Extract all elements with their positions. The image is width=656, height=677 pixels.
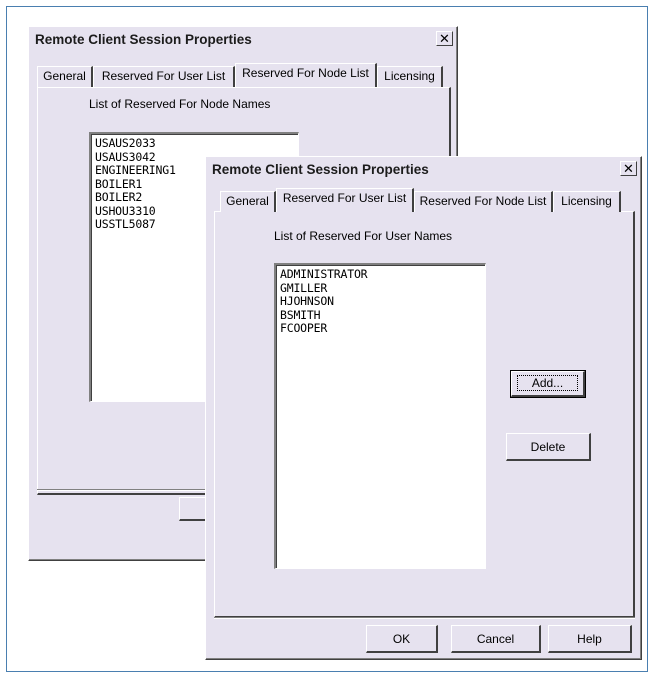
back-tab-reserved-user-list[interactable]: Reserved For User List [93, 66, 235, 87]
tab-general[interactable]: General [220, 191, 276, 212]
list-item[interactable]: HJOHNSON [280, 294, 485, 309]
help-button[interactable]: Help [548, 625, 632, 653]
back-tab-licensing[interactable]: Licensing [377, 66, 443, 87]
back-list-label: List of Reserved For Node Names [89, 97, 271, 111]
add-button[interactable]: Add... [510, 370, 586, 398]
tab-reserved-user-list[interactable]: Reserved For User List [276, 188, 414, 212]
front-properties-dialog: Remote Client Session Properties ✕ Gener… [205, 156, 642, 660]
back-tab-general[interactable]: General [37, 66, 93, 87]
user-listbox[interactable]: ADMINISTRATOR GMILLER HJOHNSON BSMITH FC… [274, 263, 486, 569]
back-close-icon[interactable]: ✕ [436, 31, 453, 46]
back-dialog-title: Remote Client Session Properties [35, 32, 252, 47]
ok-button-label: OK [392, 632, 411, 646]
front-close-icon[interactable]: ✕ [620, 161, 637, 176]
front-dialog-title: Remote Client Session Properties [212, 162, 429, 177]
list-item[interactable]: ADMINISTRATOR [280, 267, 485, 282]
user-list: ADMINISTRATOR GMILLER HJOHNSON BSMITH FC… [276, 265, 485, 336]
user-list-label: List of Reserved For User Names [274, 229, 453, 243]
list-item[interactable]: GMILLER [280, 281, 485, 296]
front-separator [214, 617, 635, 619]
front-title-bar: Remote Client Session Properties ✕ [210, 161, 637, 179]
list-item[interactable]: USAUS2033 [95, 136, 298, 151]
ok-button[interactable]: OK [366, 625, 438, 653]
cancel-button[interactable]: Cancel [451, 625, 541, 653]
add-button-label: Add... [517, 375, 578, 391]
cancel-button-label: Cancel [476, 632, 515, 646]
delete-button[interactable]: Delete [506, 433, 591, 461]
list-item[interactable]: FCOOPER [280, 321, 485, 336]
list-item[interactable]: BSMITH [280, 308, 485, 323]
help-button-label: Help [577, 632, 602, 646]
back-title-bar: Remote Client Session Properties ✕ [33, 31, 453, 49]
tab-reserved-node-list[interactable]: Reserved For Node List [414, 191, 553, 212]
back-tab-reserved-node-list[interactable]: Reserved For Node List [235, 63, 377, 87]
tab-licensing[interactable]: Licensing [553, 191, 621, 212]
delete-button-label: Delete [530, 440, 566, 454]
